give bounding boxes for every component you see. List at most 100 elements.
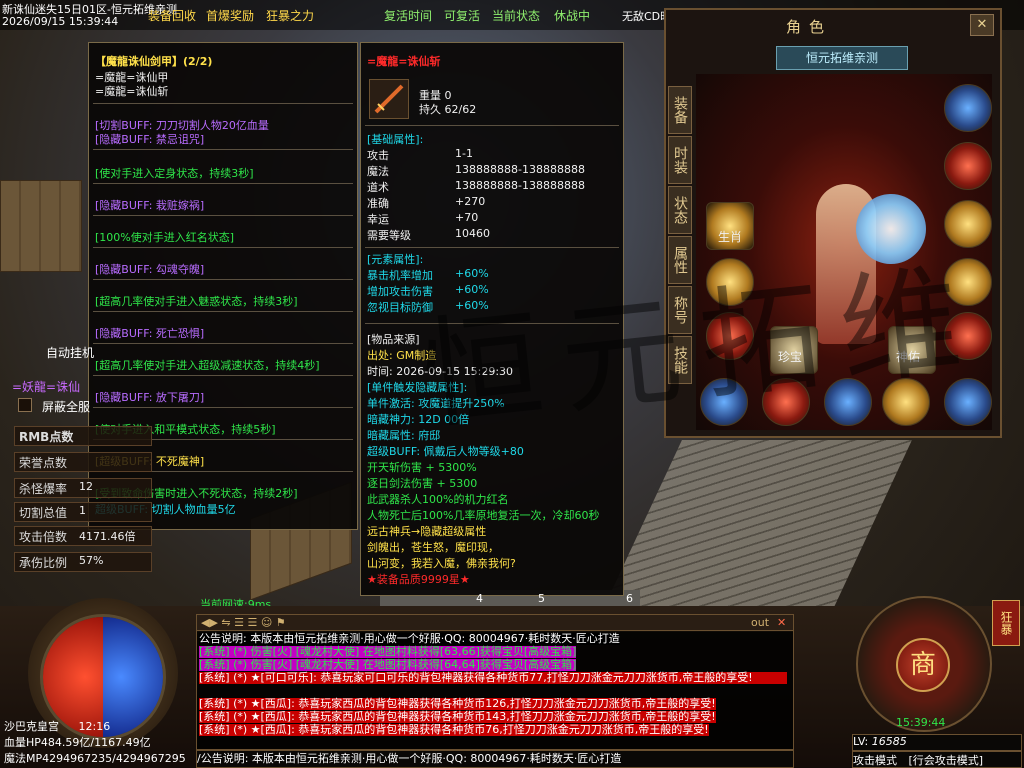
base-magic-label: 魔法 [367,165,389,178]
base-tao-value: 138888888-138888888 [455,179,585,192]
set-line: [隐藏BUFF: 禁忌诅咒] [95,133,205,146]
stat-cut: 切割总值 1 [14,502,152,522]
chat-line: [系统] (*) 伤害[火] [魂龙村大使] 在地图村料获得[64,64]获得宝… [199,658,577,671]
divider [365,247,619,248]
item-name: =魔龍=诛仙斩 [367,55,441,68]
stat-value: 1 [79,504,86,517]
map-time: 12:16 [78,720,111,733]
stat-rmb: RMB点数 [14,426,152,446]
divider [365,125,619,126]
hotbar-slot-5[interactable]: 5 [538,592,545,605]
stat-value: 57% [79,554,104,567]
stat-damage-taken: 承伤比例 57% [14,552,152,572]
divider [93,149,353,150]
set-line: [超高几率使对手进入超级减速状态，持续4秒] [95,359,320,372]
mp-text: 魔法MP4294967235/4294967295 [4,752,186,765]
base-magic-value: 138888888-138888888 [455,163,585,176]
base-accuracy-label: 准确 [367,197,389,210]
player-prefix: =妖龍=诛仙 [12,380,81,394]
menu-recycle[interactable]: 装备回收 [148,7,196,24]
base-attack-label: 攻击 [367,149,389,162]
chat-line: [系统] (*) ★[西瓜]: 恭喜玩家西瓜的背包神器获得各种货币143,打怪刀… [199,710,716,723]
base-level-value: 10460 [455,227,490,240]
chat-notice: 公告说明: 本版本由恒元拓维亲测·用心做一个好服·QQ: 80004967·耗时… [199,632,620,645]
auto-hunt-label[interactable]: 自动挂机 [46,344,94,361]
stat-label: 承伤比例 [19,556,68,570]
chat-line: [系统] (*) 伤害[火] [魂龙村大使] 在地图村料获得[63,66]获得宝… [199,645,577,658]
zodiac-label: 生肖 [718,230,743,244]
tab-fashion[interactable]: 时装 [668,136,692,184]
stat-value: 4171.46倍 [79,530,136,543]
level-value: 16585 [871,735,907,748]
set-line: [使对手进入定身状态，持续3秒] [95,167,254,180]
stat-label: 切割总值 [19,506,68,520]
stat-attack-mult: 攻击倍数 4171.46倍 [14,526,152,546]
shield-all-label: 屏蔽全服 [42,400,91,414]
special-line: 山河变，我若入魔，佛亲我何? [367,557,516,570]
chat-line: [系统] (*) ★[可口可乐]: 恭喜玩家可口可乐的背包神器获得各种货币77,… [199,672,787,684]
hotbar-slot-6[interactable]: 6 [626,592,633,605]
status-current: 当前状态 [492,9,541,23]
chat-tool-icon[interactable]: ◀▶ ⇋ ☰ ☰ ☺ ⚑ [201,616,286,629]
special-line: 人物死亡后100%几率原地复活一次，冷却60秒 [367,509,600,522]
stat-label: RMB点数 [19,430,74,444]
special-line: 此武器杀人100%的机力红名 [367,493,509,506]
mp-orb [103,617,163,737]
base-tao-label: 道术 [367,181,389,194]
stat-drop-rate: 杀怪爆率 12 [14,478,152,498]
chat-out-button[interactable]: out [751,616,769,629]
stat-label: 攻击倍数 [19,530,68,544]
set-line: [隐藏BUFF: 死亡恐惧] [95,327,205,340]
chat-input[interactable]: /公告说明: 本版本由恒元拓维亲测·用心做一个好服·QQ: 80004967·耗… [196,750,794,768]
base-luck-label: 幸运 [367,213,389,226]
divider [93,183,353,184]
player-name: 恒元拓维亲测 [776,46,908,70]
set-line: [超高几率使对手进入魅惑状态，持续3秒] [95,295,298,308]
durability-value: 62/62 [444,103,477,116]
special-line: 逐日剑法伤害 + 5300 [367,477,478,490]
special-line: 剑魄出，苍生怒，魔印现， [367,541,499,554]
tab-status[interactable]: 状态 [668,186,692,234]
datetime: 2026/09/15 15:39:44 [2,15,119,28]
stairs [598,440,912,620]
tab-equipment[interactable]: 装备 [668,86,692,134]
shield-all-checkbox[interactable] [18,398,32,412]
chat-window: 公告说明: 本版本由恒元拓维亲测·用心做一个好服·QQ: 80004967·耗时… [196,630,794,750]
berserk-badge[interactable]: 狂暴 [992,600,1020,646]
base-attack-value: 1-1 [455,147,473,160]
chat-line: [系统] (*) ★[西瓜]: 恭喜玩家西瓜的背包神器获得各种货币76,打怪刀刀… [199,723,709,736]
base-luck-value: +70 [455,211,479,224]
status-revivable: 可复活 [444,9,481,23]
menu-berserk[interactable]: 狂暴之力 [266,7,314,24]
base-accuracy-value: +270 [455,195,486,208]
close-icon[interactable]: ✕ [970,14,994,36]
divider [93,103,353,104]
set-line: [隐藏BUFF: 勾魂夺魄] [95,263,205,276]
special-line: 远古神兵→隐藏超级属性 [367,525,487,538]
divider [93,311,353,312]
chat-close-icon[interactable]: ✕ [777,616,786,629]
status-revive-time: 复活时间 [384,9,433,23]
divider [93,343,353,344]
level-label: LV: [853,735,869,748]
source-header: [物品来源] [367,333,420,346]
hotbar-slot-4[interactable]: 4 [476,592,483,605]
chat-line: [系统] (*) ★[西瓜]: 恭喜玩家西瓜的背包神器获得各种货币126,打怪刀… [199,697,716,710]
set-line: [隐藏BUFF: 放下屠刀] [95,391,205,404]
set-line: [100%使对手进入红名状态] [95,231,235,244]
divider [93,407,353,408]
equip-slot-helmet[interactable] [944,84,992,132]
stat-honor: 荣誉点数 [14,452,152,472]
base-header: [基础属性]: [367,133,424,146]
divider [93,375,353,376]
shop-button[interactable]: 商 [896,638,950,692]
status-truce: 休战中 [554,9,591,23]
stat-label: 杀怪爆率 [19,482,68,496]
equip-slot-necklace[interactable] [944,142,992,190]
map-name: 沙巴克皇宫 [4,720,59,733]
sword-icon [369,79,409,119]
set-title: 【魔龍诛仙剑甲】(2/2) [95,55,213,68]
divider [93,279,353,280]
menu-first-drop[interactable]: 首爆奖励 [206,7,254,24]
stat-value: 12 [79,480,93,493]
